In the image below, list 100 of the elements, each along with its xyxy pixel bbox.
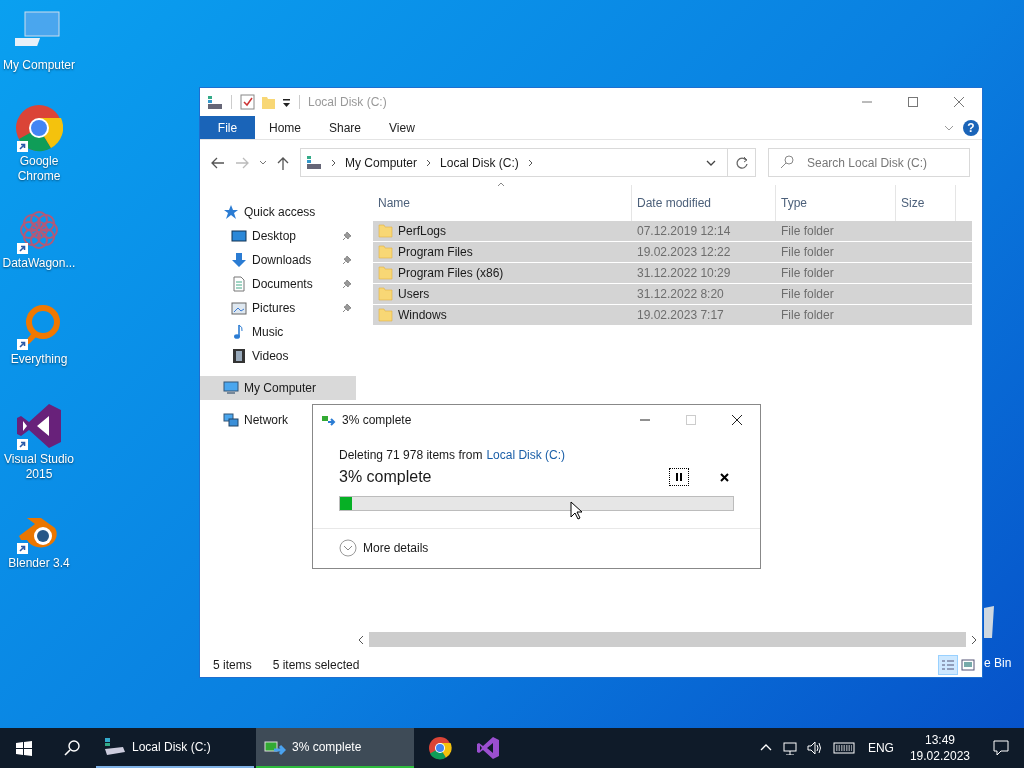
language-indicator[interactable]: ENG bbox=[867, 739, 894, 757]
notification-icon bbox=[993, 740, 1009, 756]
type-cell-text: File folder bbox=[780, 307, 835, 324]
more-details-button[interactable]: More details bbox=[313, 529, 760, 567]
chrome-icon bbox=[428, 736, 452, 760]
film-strip-icon bbox=[231, 348, 247, 364]
status-text: 5 items bbox=[213, 657, 252, 674]
nav-item[interactable]: Pictures bbox=[200, 296, 356, 320]
ribbon-tab[interactable]: Home bbox=[255, 116, 315, 139]
taskbar-button[interactable]: 3% complete bbox=[256, 728, 414, 768]
breadcrumb-item[interactable]: Local Disk (C:) bbox=[440, 153, 519, 172]
desktop-icon-label[interactable]: e Bin bbox=[984, 654, 1024, 672]
search-icon bbox=[64, 740, 80, 756]
nav-item[interactable]: Videos bbox=[200, 344, 356, 368]
date-cell-text: 07.12.2019 12:14 bbox=[636, 223, 732, 240]
date-cell-text: 31.12.2022 8:20 bbox=[636, 286, 725, 303]
window-title: Local Disk (C:) bbox=[308, 94, 388, 111]
clock[interactable]: 13:49 19.02.2023 bbox=[901, 732, 978, 764]
breadcrumb-item[interactable]: My Computer bbox=[345, 153, 418, 172]
nav-item[interactable]: My Computer bbox=[200, 376, 356, 400]
maximize-icon bbox=[906, 95, 920, 109]
computer-icon bbox=[223, 380, 239, 396]
type-cell-text: File folder bbox=[780, 286, 835, 303]
file-name: Program Files bbox=[398, 244, 473, 261]
close-icon bbox=[730, 413, 744, 427]
network-icon bbox=[223, 412, 239, 428]
help-button[interactable]: ? bbox=[963, 119, 979, 136]
file-row[interactable]: Windows 19.02.2023 7:17 File folder bbox=[373, 305, 972, 325]
close-icon bbox=[719, 472, 729, 482]
nav-item[interactable]: Documents bbox=[200, 272, 356, 296]
pause-button[interactable] bbox=[669, 468, 689, 486]
file-tab[interactable]: File bbox=[200, 116, 255, 139]
details-view-icon bbox=[941, 659, 955, 671]
progress-heading: 3% complete bbox=[339, 467, 433, 487]
nav-item[interactable]: Desktop bbox=[200, 224, 356, 248]
back-arrow-icon[interactable] bbox=[210, 155, 226, 170]
type-cell-text: File folder bbox=[780, 244, 835, 261]
drive-icon bbox=[104, 737, 126, 757]
file-name: Program Files (x86) bbox=[398, 265, 504, 282]
expand-icon bbox=[339, 539, 357, 557]
message-text: Deleting 71 978 items from bbox=[339, 447, 483, 464]
chevron-icon bbox=[330, 157, 337, 168]
download-arrow-icon bbox=[231, 252, 247, 268]
file-name: Users bbox=[398, 286, 430, 303]
scroll-left-icon[interactable] bbox=[357, 634, 365, 645]
dropdown-icon[interactable] bbox=[282, 96, 291, 108]
drive-icon bbox=[306, 155, 322, 170]
nav-item[interactable]: Quick access bbox=[200, 200, 356, 224]
mouse-cursor-icon bbox=[570, 501, 584, 521]
chevron-icon bbox=[425, 157, 433, 168]
network-icon[interactable] bbox=[782, 741, 797, 755]
folder-icon bbox=[378, 307, 393, 323]
maximize-icon bbox=[684, 413, 698, 427]
file-row[interactable]: Program Files 19.02.2023 12:22 File folder bbox=[373, 242, 972, 262]
file-name: PerfLogs bbox=[398, 223, 447, 240]
infinity-logo-icon[interactable] bbox=[15, 402, 63, 450]
file-row[interactable]: PerfLogs 07.12.2019 12:14 File folder bbox=[373, 221, 972, 241]
file-row[interactable]: Program Files (x86) 31.12.2022 10:29 File folder bbox=[373, 263, 972, 283]
sort-ascending-icon bbox=[497, 181, 505, 187]
infinity-logo-icon bbox=[476, 736, 500, 760]
file-row[interactable]: Users 31.12.2022 8:20 File folder bbox=[373, 284, 972, 304]
source-link[interactable]: Local Disk (C:) bbox=[486, 446, 566, 464]
nav-item[interactable]: Music bbox=[200, 320, 356, 344]
folder-icon bbox=[378, 286, 393, 302]
up-arrow-icon[interactable] bbox=[276, 155, 290, 170]
date-cell-text: 31.12.2022 10:29 bbox=[636, 265, 732, 282]
folder-icon bbox=[378, 244, 393, 260]
scroll-right-icon[interactable] bbox=[970, 634, 978, 645]
nav-item[interactable]: Downloads bbox=[200, 248, 356, 272]
ribbon-tab[interactable]: View bbox=[375, 116, 429, 139]
date-cell-text: 19.02.2023 12:22 bbox=[636, 244, 732, 261]
search-icon bbox=[780, 155, 794, 169]
taskbar-button[interactable]: Local Disk (C:) bbox=[96, 728, 254, 768]
folder-icon bbox=[378, 265, 393, 281]
star-icon bbox=[223, 204, 239, 220]
file-name: Windows bbox=[398, 307, 447, 324]
type-cell-text: File folder bbox=[780, 223, 835, 240]
window-title: 3% complete bbox=[342, 412, 413, 429]
close-icon bbox=[952, 95, 966, 109]
document-icon bbox=[231, 276, 247, 292]
status-text: 5 items selected bbox=[272, 657, 360, 674]
desktop-icon-label[interactable]: Blender 3.4 bbox=[0, 556, 78, 571]
properties-icon[interactable] bbox=[240, 94, 255, 110]
date-cell-text: 19.02.2023 7:17 bbox=[636, 307, 725, 324]
chrome-icon[interactable] bbox=[15, 104, 63, 152]
ribbon-tab[interactable]: Share bbox=[315, 116, 376, 139]
windows-logo-icon bbox=[16, 740, 32, 756]
large-icons-view-icon bbox=[961, 659, 975, 671]
desktop-icon bbox=[231, 228, 247, 244]
keyboard-icon[interactable] bbox=[832, 741, 855, 755]
address-bar[interactable]: My Computer Local Disk (C:) bbox=[300, 148, 756, 177]
picture-icon bbox=[231, 300, 247, 316]
speaker-icon[interactable] bbox=[806, 741, 823, 755]
refresh-icon[interactable] bbox=[734, 155, 749, 170]
search-field[interactable]: Search Local Disk (C:) bbox=[768, 148, 970, 177]
type-cell-text: File folder bbox=[780, 265, 835, 282]
file-transfer-icon bbox=[321, 413, 336, 427]
pause-icon bbox=[675, 472, 683, 482]
folder-icon bbox=[378, 223, 393, 239]
drive-icon bbox=[207, 94, 223, 110]
